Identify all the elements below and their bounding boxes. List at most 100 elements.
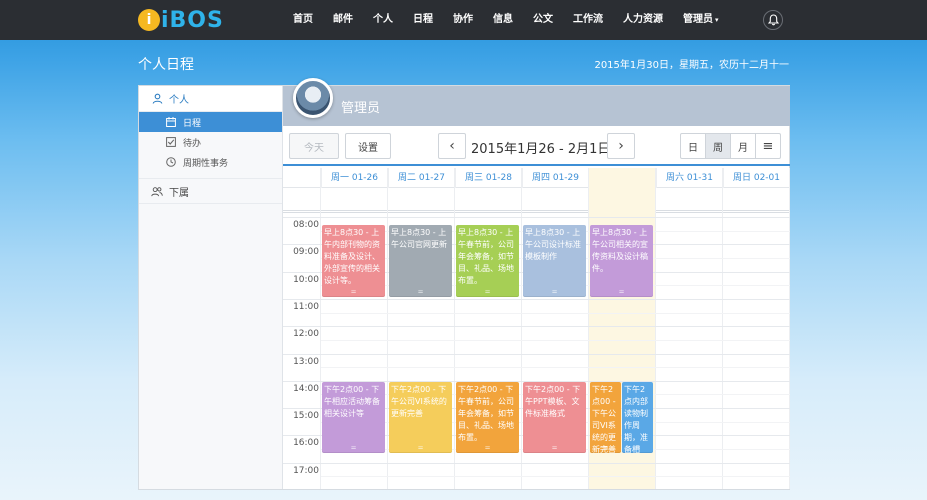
avatar[interactable] [293, 78, 333, 118]
resize-handle-icon[interactable]: = [523, 289, 586, 296]
sidebar-item-todo[interactable]: 待办 [139, 132, 282, 152]
time-label: 17:00 [293, 465, 319, 476]
calendar-event[interactable]: 下午2点00 - 下午相应活动筹备相关设计等 = [322, 381, 385, 453]
sidebar-group-subordinates[interactable]: 下属 [139, 178, 282, 204]
event-text: 早上8点30 - 上午公司相关的宣传资料及设计稿件。 [592, 227, 648, 273]
day-header[interactable]: 周二 01-27 [388, 168, 454, 188]
nav-personal[interactable]: 个人 [363, 0, 403, 40]
calendar-event[interactable]: 早上8点30 - 上午内部刊物的资料准备及设计、外部宣传的相关设计等。 = [322, 224, 385, 298]
calendar-event[interactable]: 下午2点00 - 下午公司VI系统的更新完善 = [590, 381, 621, 453]
sidebar-item-label: 周期性事务 [183, 158, 229, 169]
calendar-event[interactable]: 下午2点00 - 下午春节前，公司年会筹备，如节目、礼品、场地布置。 = [456, 381, 519, 453]
user-bar: 管理员 [283, 78, 790, 126]
half-hour-line [321, 339, 790, 341]
time-label: 13:00 [293, 356, 319, 367]
main-nav: 首页 邮件 个人 日程 协作 信息 公文 工作流 人力资源 管理员 ▾ [283, 0, 729, 40]
event-text: 早上8点30 - 上午公司官网更新 [391, 227, 447, 249]
calendar-event[interactable]: 早上8点30 - 上午公司相关的宣传资料及设计稿件。 = [590, 224, 653, 298]
nav-home[interactable]: 首页 [283, 0, 323, 40]
event-text: 下午2点00 - 下午公司VI系统的更新完善 [391, 384, 447, 418]
event-text: 下午2点00 - 下午PPT模板、文件标准格式 [525, 384, 581, 418]
sidebar-group-label: 个人 [169, 95, 189, 106]
current-date: 2015年1月30日，星期五，农历十二月十一 [594, 60, 789, 71]
date-range-label: 2015年1月26 - 2月1日 [471, 142, 611, 157]
next-week-button[interactable]: › [607, 133, 635, 159]
half-hour-line [321, 312, 790, 314]
hour-line [283, 326, 790, 328]
list-icon: ≡ [762, 138, 774, 154]
sidebar: 个人 日程 待办 周期性事务 下属 [139, 86, 283, 489]
half-hour-line [321, 367, 790, 369]
time-label: 12:00 [293, 329, 319, 340]
user-icon [151, 93, 163, 105]
event-text: 下午2点00 - 下午相应活动筹备相关设计等 [324, 384, 380, 418]
sidebar-item-label: 待办 [183, 138, 202, 149]
day-header[interactable]: 周六 01-31 [656, 168, 722, 188]
nav-info[interactable]: 信息 [483, 0, 523, 40]
calendar-header: 周一 01-26周二 01-27周三 01-28周四 01-29周五 01-30… [283, 168, 790, 188]
calendar-event[interactable]: 下午2点00 - 下午公司VI系统的更新完善 = [389, 381, 452, 453]
event-text: 下午2点内部读物制作周期，准备相 [624, 384, 648, 453]
ibos-logo[interactable]: i iBOS [138, 5, 224, 35]
day-header[interactable]: 周一 01-26 [321, 168, 387, 188]
calendar-icon [165, 116, 177, 128]
calendar-event[interactable]: 下午2点内部读物制作周期，准备相 = [622, 381, 653, 453]
resize-handle-icon[interactable]: = [622, 444, 653, 452]
time-label: 15:00 [293, 411, 319, 422]
nav-admin-menu[interactable]: 管理员 ▾ [673, 0, 729, 40]
time-label: 16:00 [293, 438, 319, 449]
checkbox-icon [165, 136, 177, 148]
view-day-button[interactable]: 日 [680, 133, 706, 159]
hour-line [283, 462, 790, 464]
day-header[interactable]: 周日 02-01 [723, 168, 789, 188]
nav-schedule[interactable]: 日程 [403, 0, 443, 40]
calendar-event[interactable]: 早上8点30 - 上午公司设计标准模板制作 = [523, 224, 586, 298]
user-name: 管理员 [341, 101, 381, 116]
nav-admin-label: 管理员 [683, 14, 713, 25]
day-header[interactable]: 周四 01-29 [522, 168, 588, 188]
view-month-button[interactable]: 月 [730, 133, 756, 159]
resize-handle-icon[interactable]: = [590, 444, 621, 452]
calendar-event[interactable]: 下午2点00 - 下午PPT模板、文件标准格式 = [523, 381, 586, 453]
nav-collab[interactable]: 协作 [443, 0, 483, 40]
sidebar-item-label: 日程 [183, 118, 202, 129]
sidebar-group-label: 下属 [169, 187, 189, 199]
time-grid[interactable]: 08:00 09:00 10:00 11:00 12:00 13:00 14:00 15:00… [283, 168, 790, 489]
top-navbar: i iBOS 首页 邮件 个人 日程 协作 信息 公文 工作流 人力资源 管理员… [0, 0, 927, 40]
calendar-event[interactable]: 早上8点30 - 上午春节前，公司年会筹备，如节目、礼品、场地布置。 = [456, 224, 519, 298]
page-title: 个人日程 [138, 57, 194, 73]
chevron-right-icon: › [618, 138, 624, 154]
time-label: 11:00 [293, 301, 319, 312]
nav-mail[interactable]: 邮件 [323, 0, 363, 40]
today-button[interactable]: 今天 [289, 133, 339, 159]
resize-handle-icon[interactable]: = [523, 444, 586, 452]
resize-handle-icon[interactable]: = [590, 289, 653, 296]
sidebar-item-recurring[interactable]: 周期性事务 [139, 152, 282, 172]
time-label: 14:00 [293, 383, 319, 394]
nav-workflow[interactable]: 工作流 [563, 0, 613, 40]
resize-handle-icon[interactable]: = [322, 289, 385, 296]
resize-handle-icon[interactable]: = [322, 444, 385, 452]
settings-button[interactable]: 设置 [345, 133, 391, 159]
sidebar-group-personal[interactable]: 个人 [139, 86, 282, 112]
day-header[interactable]: 周三 01-28 [455, 168, 521, 188]
half-hour-line [321, 476, 790, 478]
time-label: 10:00 [293, 274, 319, 285]
sidebar-item-schedule[interactable]: 日程 [139, 112, 282, 132]
view-list-button[interactable]: ≡ [755, 133, 781, 159]
nav-documents[interactable]: 公文 [523, 0, 563, 40]
resize-handle-icon[interactable]: = [456, 444, 519, 452]
time-label: 09:00 [293, 247, 319, 258]
chevron-down-icon: ▾ [715, 16, 719, 24]
calendar-toolbar: 今天 设置 ‹ 2015年1月26 - 2月1日 › 日 周 月 ≡ [283, 126, 790, 166]
bell-icon[interactable] [763, 10, 783, 30]
resize-handle-icon[interactable]: = [456, 289, 519, 296]
event-text: 下午2点00 - 下午公司VI系统的更新完善 [592, 384, 616, 453]
calendar-event[interactable]: 早上8点30 - 上午公司官网更新 = [389, 224, 452, 298]
nav-hr[interactable]: 人力资源 [613, 0, 673, 40]
all-day-row[interactable] [283, 189, 790, 213]
resize-handle-icon[interactable]: = [389, 444, 452, 452]
prev-week-button[interactable]: ‹ [438, 133, 466, 159]
resize-handle-icon[interactable]: = [389, 289, 452, 296]
view-week-button[interactable]: 周 [705, 133, 731, 159]
